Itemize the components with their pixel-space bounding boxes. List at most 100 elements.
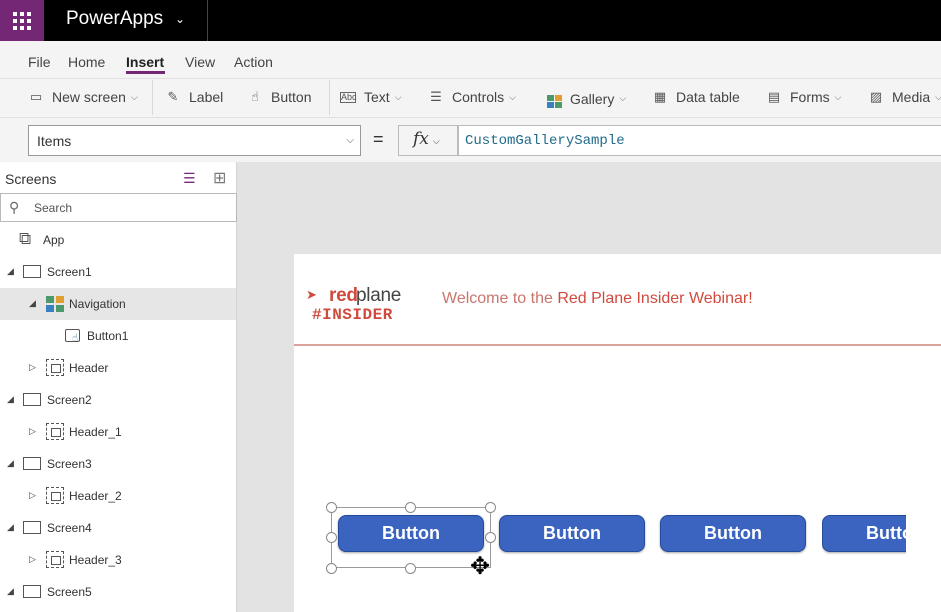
label-button[interactable]: ✎ Label xyxy=(165,89,224,105)
resize-handle-top-right[interactable] xyxy=(485,502,496,513)
move-cursor-icon: ✥ xyxy=(470,553,491,580)
collapse-triangle-icon[interactable]: ◢ xyxy=(7,522,14,533)
tree-item-screen5[interactable]: ◢ Screen5 xyxy=(0,576,236,608)
tree-search-input[interactable]: ⚲ Search xyxy=(0,193,237,222)
button-button[interactable]: ☝ Button xyxy=(247,89,311,105)
fx-icon: fx xyxy=(413,129,429,149)
label-edit-icon: ✎ xyxy=(167,89,179,104)
group-icon xyxy=(46,423,64,440)
welcome-heading: Welcome to the Red Plane Insider Webinar… xyxy=(442,290,753,307)
panel-title: Screens xyxy=(5,171,57,187)
ribbon-separator xyxy=(329,80,330,115)
media-button[interactable]: ▨ Media ⌵ xyxy=(868,89,941,105)
controls-sliders-icon: ☰ xyxy=(430,89,442,104)
collapse-triangle-icon[interactable]: ◢ xyxy=(7,458,14,469)
screen-icon xyxy=(23,521,41,534)
chevron-down-icon: ⌵ xyxy=(834,91,842,102)
new-screen-button[interactable]: ▭ New screen ⌵ xyxy=(28,89,138,105)
property-dropdown[interactable]: Items ⌵ xyxy=(28,125,361,156)
screen-icon xyxy=(23,585,41,598)
tree-item-header-1[interactable]: ▷ Header_1 xyxy=(0,416,236,448)
chevron-down-icon[interactable]: ⌄ xyxy=(175,12,185,26)
forms-icon: ▤ xyxy=(767,89,781,104)
app-launcher-waffle-icon[interactable] xyxy=(0,0,44,41)
tree-item-button1[interactable]: Button1 xyxy=(0,320,236,352)
resize-handle-bottom-left[interactable] xyxy=(326,563,337,574)
resize-handle-top[interactable] xyxy=(405,502,416,513)
controls-button[interactable]: ☰ Controls ⌵ xyxy=(428,89,516,105)
chevron-down-icon: ⌵ xyxy=(394,91,402,102)
forms-button[interactable]: ▤ Forms ⌵ xyxy=(766,89,842,105)
tree-item-screen3[interactable]: ◢ Screen3 xyxy=(0,448,236,480)
menu-home[interactable]: Home xyxy=(68,54,105,70)
collapse-triangle-icon[interactable]: ◢ xyxy=(29,298,36,309)
text-icon: Abc xyxy=(340,91,357,103)
data-table-button[interactable]: ▦ Data table xyxy=(652,89,740,105)
brand-hashtag: #INSIDER xyxy=(312,306,393,324)
chevron-down-icon: ⌵ xyxy=(432,136,440,146)
formula-input[interactable]: CustomGallerySample xyxy=(458,125,941,156)
gallery-button-4[interactable]: Button xyxy=(822,515,906,552)
thumbnail-view-icon[interactable]: ⊞ xyxy=(213,168,226,188)
expand-triangle-icon[interactable]: ▷ xyxy=(29,554,36,565)
active-tab-indicator xyxy=(126,71,165,74)
divider xyxy=(207,0,208,41)
group-icon xyxy=(46,359,64,376)
brand-logo-red: red xyxy=(329,285,358,306)
tree-item-header-3[interactable]: ▷ Header_3 xyxy=(0,544,236,576)
menu-action[interactable]: Action xyxy=(234,54,273,70)
tree-item-header-2[interactable]: ▷ Header_2 xyxy=(0,480,236,512)
expand-triangle-icon[interactable]: ▷ xyxy=(29,362,36,373)
tree-item-navigation[interactable]: ◢ Navigation xyxy=(0,288,236,320)
menu-file[interactable]: File xyxy=(28,54,51,70)
menu-insert[interactable]: Insert xyxy=(126,54,164,70)
collapse-triangle-icon[interactable]: ◢ xyxy=(7,586,14,597)
tree-view-icon[interactable]: ☰ xyxy=(183,170,196,187)
tree-item-screen4[interactable]: ◢ Screen4 xyxy=(0,512,236,544)
resize-handle-top-left[interactable] xyxy=(326,502,337,513)
tree-item-screen1[interactable]: ◢ Screen1 xyxy=(0,256,236,288)
resize-handle-left[interactable] xyxy=(326,532,337,543)
media-image-icon: ▨ xyxy=(869,89,883,104)
resize-handle-bottom[interactable] xyxy=(405,563,416,574)
group-icon xyxy=(46,551,64,568)
gallery-icon xyxy=(546,89,562,108)
expand-triangle-icon[interactable]: ▷ xyxy=(29,426,36,437)
formula-bar: Items ⌵ = fx ⌵ CustomGallerySample xyxy=(0,118,941,162)
screen-icon xyxy=(23,457,41,470)
new-screen-icon: ▭ xyxy=(29,89,43,104)
paper-plane-icon: ➤ xyxy=(306,287,317,302)
table-icon: ▦ xyxy=(653,89,667,104)
chevron-down-icon: ⌵ xyxy=(130,91,138,102)
gallery-button-3[interactable]: Button xyxy=(660,515,806,552)
collapse-triangle-icon[interactable]: ◢ xyxy=(7,266,14,277)
app-icon: ⧉ xyxy=(19,229,32,248)
chevron-down-icon: ⌵ xyxy=(935,91,941,102)
fx-function-button[interactable]: fx ⌵ xyxy=(398,125,458,156)
app-title[interactable]: PowerApps xyxy=(66,8,163,30)
brand-logo-plane: plane xyxy=(356,285,401,306)
text-button[interactable]: Abc Text ⌵ xyxy=(340,89,402,105)
menu-view[interactable]: View xyxy=(185,54,215,70)
gallery-overflow-clip: Button xyxy=(822,510,906,560)
chevron-down-icon: ⌵ xyxy=(346,135,354,146)
screen-icon xyxy=(23,265,41,278)
tree-item-app[interactable]: ⧉ App xyxy=(0,224,236,256)
search-icon: ⚲ xyxy=(9,199,20,215)
title-bar: PowerApps ⌄ xyxy=(0,0,941,41)
tree-item-screen2[interactable]: ◢ Screen2 xyxy=(0,384,236,416)
gallery-icon xyxy=(46,296,64,312)
screens-tree-panel: Screens ☰ ⊞ ⚲ Search ⧉ App ◢ Screen1 ◢ N… xyxy=(0,162,237,612)
collapse-triangle-icon[interactable]: ◢ xyxy=(7,394,14,405)
selection-box[interactable] xyxy=(331,507,491,568)
tree-item-header[interactable]: ▷ Header xyxy=(0,352,236,384)
button-icon xyxy=(65,329,80,344)
expand-triangle-icon[interactable]: ▷ xyxy=(29,490,36,501)
gallery-button-2[interactable]: Button xyxy=(499,515,645,552)
screen-icon xyxy=(23,393,41,406)
chevron-down-icon: ⌵ xyxy=(619,93,627,103)
gallery-button[interactable]: Gallery ⌵ xyxy=(546,89,626,108)
resize-handle-right[interactable] xyxy=(485,532,496,543)
ribbon-separator xyxy=(152,80,153,115)
equals-sign: = xyxy=(373,129,384,149)
